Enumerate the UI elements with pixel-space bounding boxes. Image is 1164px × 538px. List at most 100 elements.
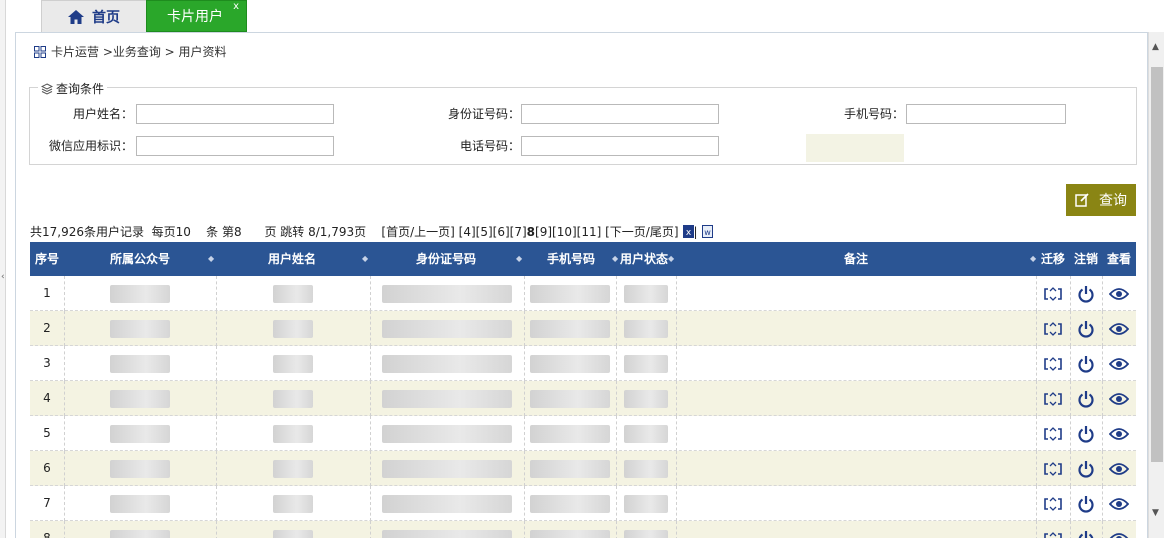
scroll-up-icon[interactable]: ▲ bbox=[1152, 42, 1159, 52]
power-icon[interactable] bbox=[1070, 416, 1102, 451]
row-note bbox=[676, 416, 1036, 451]
sort-icon[interactable]: ◆ bbox=[362, 242, 368, 276]
power-icon[interactable] bbox=[1070, 381, 1102, 416]
row-id-value: …302…30…4 bbox=[382, 354, 512, 373]
row-note bbox=[676, 521, 1036, 538]
row-id: …4…0120…225 bbox=[370, 451, 524, 486]
table-row[interactable]: 7 鼎…联 … …50…2619841…25532 13…22 …用中 bbox=[30, 486, 1136, 521]
scroll-down-icon[interactable]: ▼ bbox=[1152, 508, 1159, 518]
row-id: …502619…32 bbox=[370, 416, 524, 451]
search-button[interactable]: 查询 bbox=[1066, 184, 1136, 216]
migrate-icon[interactable] bbox=[1036, 486, 1070, 521]
row-id: …50…2619841…25532 bbox=[370, 486, 524, 521]
col-name[interactable]: 用户姓名 bbox=[216, 242, 368, 276]
table-row[interactable]: 2 …联 … 1…4031975… …394…8597 …中 bbox=[30, 311, 1136, 346]
empty-cell bbox=[806, 134, 904, 162]
collapse-arrow-icon[interactable]: ‹ bbox=[1, 272, 5, 282]
vertical-scrollbar[interactable]: ▲ ▼ bbox=[1148, 32, 1164, 538]
table-row[interactable]: 8…………… bbox=[30, 521, 1136, 538]
row-account: …联 bbox=[64, 346, 216, 381]
pager-next-last[interactable]: [下一页/尾页] bbox=[605, 223, 678, 240]
pager-page-6[interactable]: [6] bbox=[493, 225, 510, 239]
row-account: 鼎…联 bbox=[64, 486, 216, 521]
col-note[interactable]: 备注 bbox=[676, 242, 1036, 276]
col-mobile[interactable]: 手机号码 bbox=[524, 242, 618, 276]
user-name-label: 用户姓名： bbox=[72, 107, 133, 121]
row-account-value: … bbox=[110, 529, 170, 538]
col-account[interactable]: 所属公众号 bbox=[64, 242, 216, 276]
row-id: …302…30…4 bbox=[370, 346, 524, 381]
sort-icon[interactable]: ◆ bbox=[516, 242, 522, 276]
pager-page-4[interactable]: [4] bbox=[459, 225, 476, 239]
wechat-id-label: 微信应用标识： bbox=[48, 139, 133, 153]
table-row[interactable]: 1 鼎…联 黎…涛 …40419980…034812 …594…646467 …用中 bbox=[30, 276, 1136, 311]
migrate-icon[interactable] bbox=[1036, 451, 1070, 486]
migrate-icon[interactable] bbox=[1036, 346, 1070, 381]
migrate-icon[interactable] bbox=[1036, 416, 1070, 451]
doc-export-icon[interactable]: w bbox=[701, 225, 713, 238]
col-status[interactable]: 用户状态 bbox=[616, 242, 672, 276]
pager-page-10[interactable]: [10] bbox=[552, 225, 577, 239]
table-row[interactable]: 3 …联 … …302…30…4 …760…13 …中 bbox=[30, 346, 1136, 381]
tab-bar: 首页 卡片用户 x bbox=[6, 0, 1164, 32]
id-number-input[interactable] bbox=[521, 104, 719, 124]
col-no: 序号 bbox=[34, 252, 59, 266]
pager-page-7[interactable]: [7] bbox=[510, 225, 527, 239]
table-row[interactable]: 6 鼎…联 … …4…0120…225 …61…71 …用中 bbox=[30, 451, 1136, 486]
user-name-input[interactable] bbox=[136, 104, 334, 124]
phone-input[interactable] bbox=[521, 136, 719, 156]
row-id-value: …40419980…034812 bbox=[382, 284, 512, 303]
mobile-input[interactable] bbox=[906, 104, 1066, 124]
power-icon[interactable] bbox=[1070, 521, 1102, 538]
power-icon[interactable] bbox=[1070, 451, 1102, 486]
query-conditions: 查询条件 用户姓名： 身份证号码： 手机号码： 微信应用标识： 电话号码： bbox=[29, 80, 1137, 165]
table-body: 1 鼎…联 黎…涛 …40419980…034812 …594…646467 …用中 2 …联… bbox=[30, 276, 1136, 538]
tab-card-user[interactable]: 卡片用户 x bbox=[146, 0, 247, 32]
row-no: 4 bbox=[43, 391, 51, 405]
row-no: 7 bbox=[43, 496, 51, 510]
col-id[interactable]: 身份证号码 bbox=[370, 242, 522, 276]
left-collapse-strip[interactable]: ‹ bbox=[0, 0, 6, 538]
pager-page-11[interactable]: [11] bbox=[577, 225, 602, 239]
power-icon[interactable] bbox=[1070, 311, 1102, 346]
row-status-value: …中 bbox=[624, 319, 668, 338]
row-status: … bbox=[616, 521, 676, 538]
row-id-value: …4…0120…225 bbox=[382, 459, 512, 478]
excel-export-icon[interactable]: x bbox=[682, 225, 694, 238]
pager-page-5[interactable]: [5] bbox=[476, 225, 493, 239]
row-account-value: 鼎…联 bbox=[110, 459, 170, 478]
power-icon[interactable] bbox=[1070, 486, 1102, 521]
power-icon[interactable] bbox=[1070, 276, 1102, 311]
scroll-thumb[interactable] bbox=[1151, 67, 1163, 462]
migrate-icon[interactable] bbox=[1036, 381, 1070, 416]
pager-first-prev[interactable]: [首页/上一页] bbox=[381, 223, 454, 240]
eye-icon[interactable] bbox=[1102, 346, 1136, 381]
row-status: …中 bbox=[616, 311, 676, 346]
migrate-icon[interactable] bbox=[1036, 311, 1070, 346]
sort-icon[interactable]: ◆ bbox=[668, 242, 674, 276]
row-note bbox=[676, 486, 1036, 521]
close-icon[interactable]: x bbox=[233, 2, 239, 12]
row-note bbox=[676, 346, 1036, 381]
tab-home[interactable]: 首页 bbox=[41, 0, 147, 32]
sort-icon[interactable]: ◆ bbox=[208, 242, 214, 276]
pager-page-9[interactable]: [9] bbox=[535, 225, 552, 239]
table-row[interactable]: 4 鼎…联 … …619…197 …3 …中 bbox=[30, 381, 1136, 416]
wechat-id-input[interactable] bbox=[136, 136, 334, 156]
eye-icon[interactable] bbox=[1102, 451, 1136, 486]
eye-icon[interactable] bbox=[1102, 381, 1136, 416]
row-status: …用中 bbox=[616, 416, 676, 451]
row-mobile: …74…58 bbox=[524, 416, 616, 451]
migrate-icon[interactable] bbox=[1036, 276, 1070, 311]
eye-icon[interactable] bbox=[1102, 486, 1136, 521]
eye-icon[interactable] bbox=[1102, 416, 1136, 451]
eye-icon[interactable] bbox=[1102, 311, 1136, 346]
table-row[interactable]: 5 …联 … …502619…32 …74…58 …用中 bbox=[30, 416, 1136, 451]
eye-icon[interactable] bbox=[1102, 521, 1136, 538]
eye-icon[interactable] bbox=[1102, 276, 1136, 311]
row-note bbox=[676, 276, 1036, 311]
row-status-value: …用中 bbox=[624, 424, 668, 443]
row-mobile: 13…22 bbox=[524, 486, 616, 521]
migrate-icon[interactable] bbox=[1036, 521, 1070, 538]
power-icon[interactable] bbox=[1070, 346, 1102, 381]
